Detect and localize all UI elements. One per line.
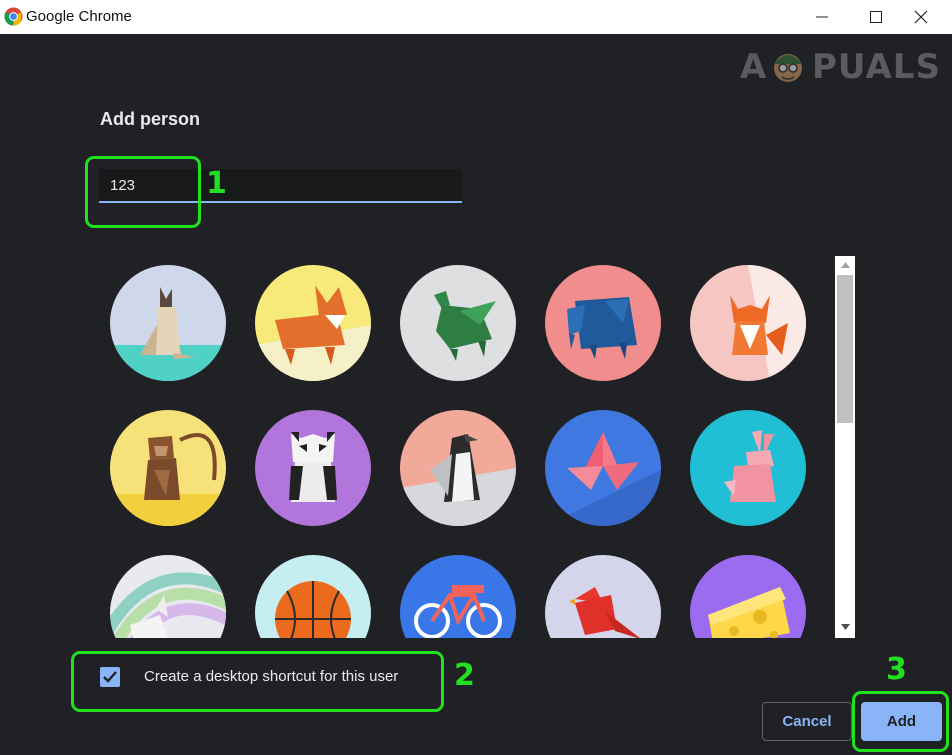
minimize-icon (816, 16, 828, 18)
origami-unicorn-icon (110, 555, 226, 638)
scroll-thumb[interactable] (837, 275, 853, 423)
step-number-3: 3 (886, 652, 907, 687)
step-number-2: 2 (454, 658, 475, 693)
avatar-grid (100, 258, 832, 638)
chrome-icon (4, 7, 23, 26)
cheese-icon (690, 555, 806, 638)
avatar-monkey[interactable] (110, 410, 226, 526)
scroll-down-arrow[interactable] (835, 618, 855, 635)
origami-rabbit-icon (690, 410, 806, 526)
avatar-bird[interactable] (545, 555, 661, 638)
window-title: Google Chrome (26, 8, 132, 25)
avatar-penguin[interactable] (400, 410, 516, 526)
origami-panda-icon (255, 410, 371, 526)
avatar-cheese[interactable] (690, 555, 806, 638)
close-icon (914, 10, 928, 24)
close-button[interactable] (898, 0, 944, 34)
title-bar: Google Chrome (0, 0, 952, 34)
origami-dragon-icon (400, 265, 516, 381)
avatar-basketball[interactable] (255, 555, 371, 638)
appuals-watermark: A PUALS (740, 44, 946, 90)
cancel-button[interactable]: Cancel (762, 702, 852, 741)
origami-fox-icon (690, 265, 806, 381)
minimize-button[interactable] (799, 0, 845, 34)
watermark-letter: A (740, 47, 768, 87)
highlight-name-input (85, 156, 201, 228)
mascot-icon (774, 54, 802, 82)
maximize-icon (870, 11, 882, 23)
avatar-bicycle[interactable] (400, 555, 516, 638)
origami-bird-icon (545, 555, 661, 638)
step-number-1: 1 (206, 166, 227, 201)
highlight-checkbox (71, 651, 444, 712)
origami-butterfly-icon (545, 410, 661, 526)
avatar-cat[interactable] (110, 265, 226, 381)
avatar-butterfly[interactable] (545, 410, 661, 526)
caret-up-icon (840, 261, 850, 268)
dialog-heading: Add person (100, 109, 201, 129)
basketball-icon (255, 555, 371, 638)
scroll-up-arrow[interactable] (835, 256, 855, 273)
highlight-add-button (852, 691, 949, 752)
origami-corgi-icon (255, 265, 371, 381)
avatar-unicorn[interactable] (110, 555, 226, 638)
origami-elephant-icon (545, 265, 661, 381)
avatar-panda[interactable] (255, 410, 371, 526)
origami-penguin-icon (400, 410, 516, 526)
origami-cat-icon (110, 265, 226, 381)
avatar-dragon[interactable] (400, 265, 516, 381)
maximize-button[interactable] (853, 0, 899, 34)
avatar-fox[interactable] (690, 265, 806, 381)
bicycle-icon (400, 555, 516, 638)
watermark-text: PUALS (812, 47, 941, 87)
avatar-scrollbar[interactable] (835, 256, 855, 638)
avatar-corgi[interactable] (255, 265, 371, 381)
avatar-rabbit[interactable] (690, 410, 806, 526)
avatar-elephant[interactable] (545, 265, 661, 381)
origami-monkey-icon (110, 410, 226, 526)
caret-down-icon (840, 623, 850, 630)
